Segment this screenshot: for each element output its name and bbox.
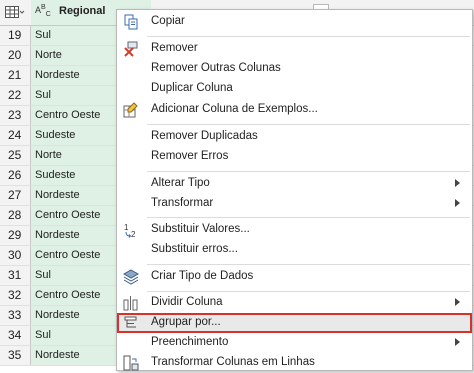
row-number: 33 [0,306,31,325]
menu-item-label: Criar Tipo de Dados [151,270,254,282]
row-number: 34 [0,326,31,345]
replace-values-icon: 12 [124,223,136,238]
submenu-arrow-icon [455,179,460,187]
menu-item-label: Transformar [151,197,214,209]
column-from-examples-icon [123,102,138,118]
svg-text:1: 1 [124,223,129,232]
split-column-icon [123,296,138,311]
menu-item-remover-outras[interactable]: Remover Outras Colunas [117,59,472,79]
row-number: 28 [0,206,31,225]
remove-column-icon [124,41,138,57]
row-number: 32 [0,286,31,305]
row-number: 20 [0,46,31,65]
menu-item-label: Substituir Valores... [151,223,250,235]
menu-item-preenchimento[interactable]: Preenchimento [117,333,472,353]
menu-item-substituir-erros[interactable]: Substituir erros... [117,240,472,260]
table-icon [5,6,25,18]
row-number: 29 [0,226,31,245]
menu-item-remover-duplicadas[interactable]: Remover Duplicadas [117,127,472,147]
menu-item-label: Agrupar por... [151,316,221,328]
menu-item-label: Substituir erros... [151,243,238,255]
row-number: 22 [0,86,31,105]
submenu-arrow-icon [455,298,460,306]
menu-item-substituir-valores[interactable]: 12 Substituir Valores... [117,220,472,240]
menu-item-label: Dividir Coluna [151,296,223,308]
menu-item-label: Transformar Colunas em Linhas [151,356,315,368]
menu-item-label: Copiar [151,15,185,27]
row-number: 35 [0,346,31,365]
menu-item-label: Alterar Tipo [151,177,210,189]
text-type-icon[interactable]: ABC [35,4,51,18]
menu-separator [147,217,470,218]
menu-item-copiar[interactable]: Copiar [117,12,472,32]
menu-separator [147,264,470,265]
menu-separator [147,291,470,292]
row-number: 24 [0,126,31,145]
copy-icon [124,14,138,30]
group-by-icon [124,316,137,328]
menu-item-criar-tipo[interactable]: Criar Tipo de Dados [117,267,472,287]
menu-item-duplicar[interactable]: Duplicar Coluna [117,79,472,99]
menu-item-dividir-coluna[interactable]: Dividir Coluna [117,293,472,313]
menu-item-label: Adicionar Coluna de Exemplos... [151,103,318,115]
menu-item-label: Duplicar Coluna [151,82,233,94]
row-number: 21 [0,66,31,85]
menu-item-transformar-linhas[interactable]: Transformar Colunas em Linhas [117,353,472,373]
row-number: 19 [0,26,31,45]
menu-item-transformar[interactable]: Transformar [117,194,472,214]
menu-separator [147,124,470,125]
context-menu: Copiar Remover Remover Outras Colunas Du… [116,9,473,371]
menu-item-remover[interactable]: Remover [117,39,472,59]
table-corner-button[interactable] [0,0,32,26]
menu-item-agrupar-por[interactable]: Agrupar por... [117,313,472,333]
row-number: 31 [0,266,31,285]
menu-item-alterar-tipo[interactable]: Alterar Tipo [117,174,472,194]
menu-item-label: Preenchimento [151,336,229,348]
row-number: 23 [0,106,31,125]
submenu-arrow-icon [455,199,460,207]
row-number: 25 [0,146,31,165]
menu-separator [147,171,470,172]
menu-item-remover-erros[interactable]: Remover Erros [117,147,472,167]
row-number: 26 [0,166,31,185]
submenu-arrow-icon [455,338,460,346]
menu-item-label: Remover Duplicadas [151,130,258,142]
menu-separator [147,36,470,37]
data-type-icon [123,269,139,285]
menu-item-label: Remover Erros [151,150,229,162]
row-number: 27 [0,186,31,205]
svg-text:2: 2 [131,230,136,238]
menu-item-label: Remover Outras Colunas [151,62,281,74]
menu-item-adicionar-exemplos[interactable]: Adicionar Coluna de Exemplos... [117,100,472,120]
row-number: 30 [0,246,31,265]
menu-item-label: Remover [151,42,198,54]
column-header-label: Regional [59,5,106,17]
